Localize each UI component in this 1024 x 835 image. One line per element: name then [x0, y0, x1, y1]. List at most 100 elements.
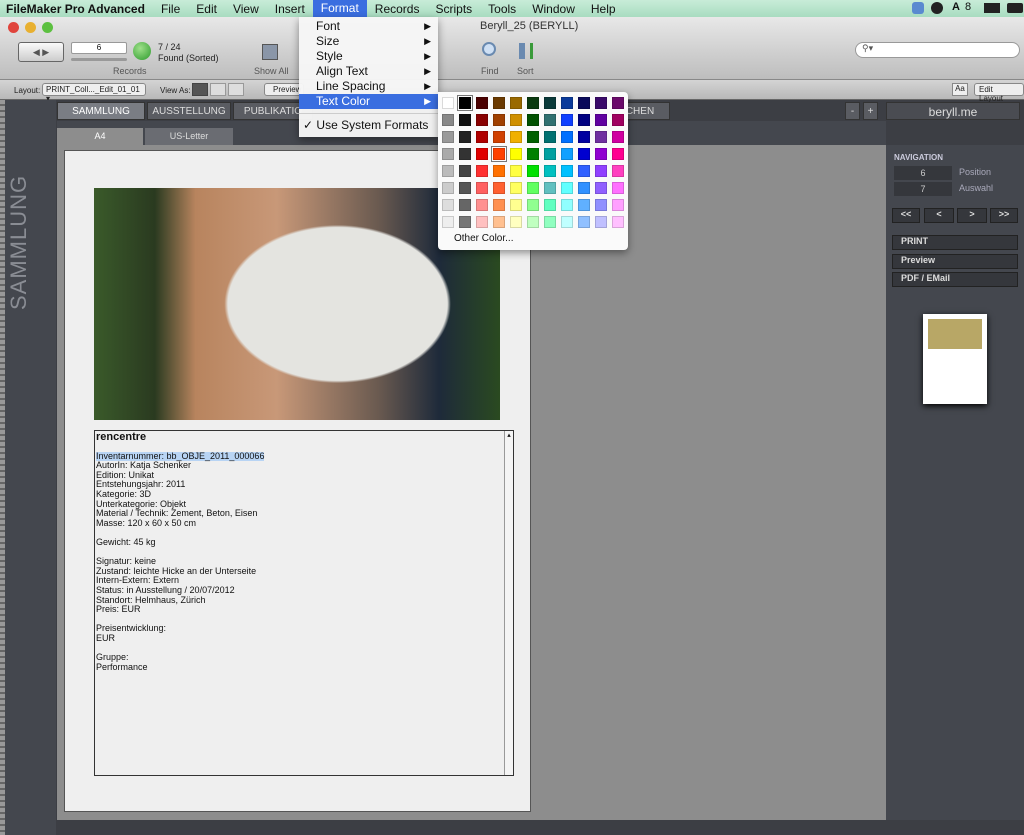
menu-records[interactable]: Records — [367, 2, 428, 16]
position-field[interactable]: 6 — [894, 166, 952, 180]
color-swatch[interactable] — [459, 131, 471, 143]
color-swatch[interactable] — [612, 148, 624, 160]
first-record-button[interactable]: << — [892, 208, 920, 223]
color-swatch[interactable] — [561, 114, 573, 126]
show-all-icon[interactable] — [262, 44, 278, 60]
color-swatch[interactable] — [612, 97, 624, 109]
menu-help[interactable]: Help — [583, 2, 624, 16]
color-swatch[interactable] — [510, 182, 522, 194]
menu-file[interactable]: File — [153, 2, 188, 16]
color-swatch[interactable] — [578, 165, 590, 177]
color-swatch[interactable] — [578, 199, 590, 211]
color-swatch[interactable] — [442, 216, 454, 228]
record-book-icon[interactable]: ◀ ▶ — [18, 42, 64, 62]
record-text-field[interactable]: rencentre Inventarnummer: bb_OBJE_2011_0… — [94, 430, 514, 776]
color-swatch[interactable] — [595, 182, 607, 194]
record-number-input[interactable]: 6 — [71, 42, 127, 54]
search-input[interactable]: ⚲▾ — [855, 42, 1020, 58]
dropbox-icon[interactable] — [912, 2, 924, 14]
color-swatch[interactable] — [527, 182, 539, 194]
color-swatch[interactable] — [527, 114, 539, 126]
find-icon[interactable] — [482, 42, 496, 56]
view-form-button[interactable] — [192, 83, 208, 96]
layout-select[interactable]: PRINT_Coll..._Edit_01_01 ▾ — [42, 83, 146, 103]
color-swatch[interactable] — [476, 131, 488, 143]
color-swatch[interactable] — [527, 216, 539, 228]
color-swatch[interactable] — [544, 199, 556, 211]
truck-icon[interactable] — [984, 3, 1000, 13]
color-swatch[interactable] — [561, 131, 573, 143]
other-color-item[interactable]: Other Color... — [441, 230, 628, 244]
color-swatch[interactable] — [476, 97, 488, 109]
color-swatch[interactable] — [561, 199, 573, 211]
color-swatch[interactable] — [561, 216, 573, 228]
menu-insert[interactable]: Insert — [267, 2, 313, 16]
color-swatch[interactable] — [544, 131, 556, 143]
menu-item-size[interactable]: Size ▶ — [299, 34, 438, 49]
menu-format[interactable]: Format — [312, 0, 367, 17]
color-swatch[interactable] — [476, 165, 488, 177]
color-swatch[interactable] — [476, 182, 488, 194]
adobe-icon[interactable]: A — [952, 1, 960, 13]
formatting-bar-button[interactable]: Aa — [952, 83, 968, 96]
color-swatch[interactable] — [510, 97, 522, 109]
color-swatch[interactable] — [544, 216, 556, 228]
color-swatch[interactable] — [493, 165, 505, 177]
color-swatch[interactable] — [612, 131, 624, 143]
color-swatch[interactable] — [459, 148, 471, 160]
color-swatch[interactable] — [527, 148, 539, 160]
menu-tools[interactable]: Tools — [480, 2, 524, 16]
color-swatch[interactable] — [527, 131, 539, 143]
close-button[interactable] — [8, 22, 19, 33]
color-swatch[interactable] — [442, 114, 454, 126]
color-swatch[interactable] — [578, 182, 590, 194]
tab-ausstellung[interactable]: AUSSTELLUNG — [147, 102, 231, 120]
color-swatch[interactable] — [493, 131, 505, 143]
tab-sammlung[interactable]: SAMMLUNG — [57, 102, 145, 120]
menu-item-text-color[interactable]: Text Color ▶ — [299, 94, 438, 109]
find-button[interactable]: Find — [481, 66, 499, 76]
color-swatch[interactable] — [595, 199, 607, 211]
color-swatch[interactable] — [595, 97, 607, 109]
color-swatch[interactable] — [595, 216, 607, 228]
site-label[interactable]: beryll.me — [886, 102, 1020, 120]
color-swatch[interactable] — [442, 199, 454, 211]
color-swatch[interactable] — [510, 114, 522, 126]
page-thumbnail[interactable] — [923, 314, 987, 404]
sort-icon[interactable] — [519, 43, 533, 59]
color-swatch[interactable] — [578, 216, 590, 228]
color-swatch[interactable] — [493, 216, 505, 228]
zoom-out-button[interactable]: - — [845, 102, 860, 120]
color-swatch[interactable] — [612, 165, 624, 177]
print-button[interactable]: PRINT — [892, 235, 1018, 250]
color-swatch[interactable] — [476, 199, 488, 211]
color-swatch[interactable] — [561, 148, 573, 160]
menu-scripts[interactable]: Scripts — [427, 2, 480, 16]
zoom-button[interactable] — [42, 22, 53, 33]
menu-item-font[interactable]: Font ▶ — [299, 19, 438, 34]
edit-layout-button[interactable]: Edit Layout — [974, 83, 1024, 103]
color-swatch[interactable] — [442, 148, 454, 160]
menu-item-line-spacing[interactable]: Line Spacing ▶ — [299, 79, 438, 94]
color-swatch[interactable] — [476, 114, 488, 126]
minimize-button[interactable] — [25, 22, 36, 33]
color-swatch[interactable] — [510, 131, 522, 143]
color-swatch[interactable] — [561, 182, 573, 194]
color-swatch[interactable] — [442, 182, 454, 194]
color-swatch[interactable] — [442, 165, 454, 177]
color-swatch[interactable] — [544, 97, 556, 109]
menu-item-align-text[interactable]: Align Text ▶ — [299, 64, 438, 79]
menu-item-use-system-formats[interactable]: ✓ Use System Formats — [299, 118, 438, 133]
color-swatch[interactable] — [459, 114, 471, 126]
subtab-us-letter[interactable]: US-Letter — [145, 128, 233, 145]
selection-field[interactable]: 7 — [894, 182, 952, 196]
color-swatch[interactable] — [544, 148, 556, 160]
color-swatch[interactable] — [595, 148, 607, 160]
color-swatch[interactable] — [493, 114, 505, 126]
color-swatch[interactable] — [612, 216, 624, 228]
color-swatch[interactable] — [578, 148, 590, 160]
color-swatch[interactable] — [442, 131, 454, 143]
text-scrollbar[interactable]: ▴ — [504, 431, 513, 775]
zoom-in-button[interactable]: + — [863, 102, 878, 120]
record-slider[interactable] — [71, 58, 127, 61]
